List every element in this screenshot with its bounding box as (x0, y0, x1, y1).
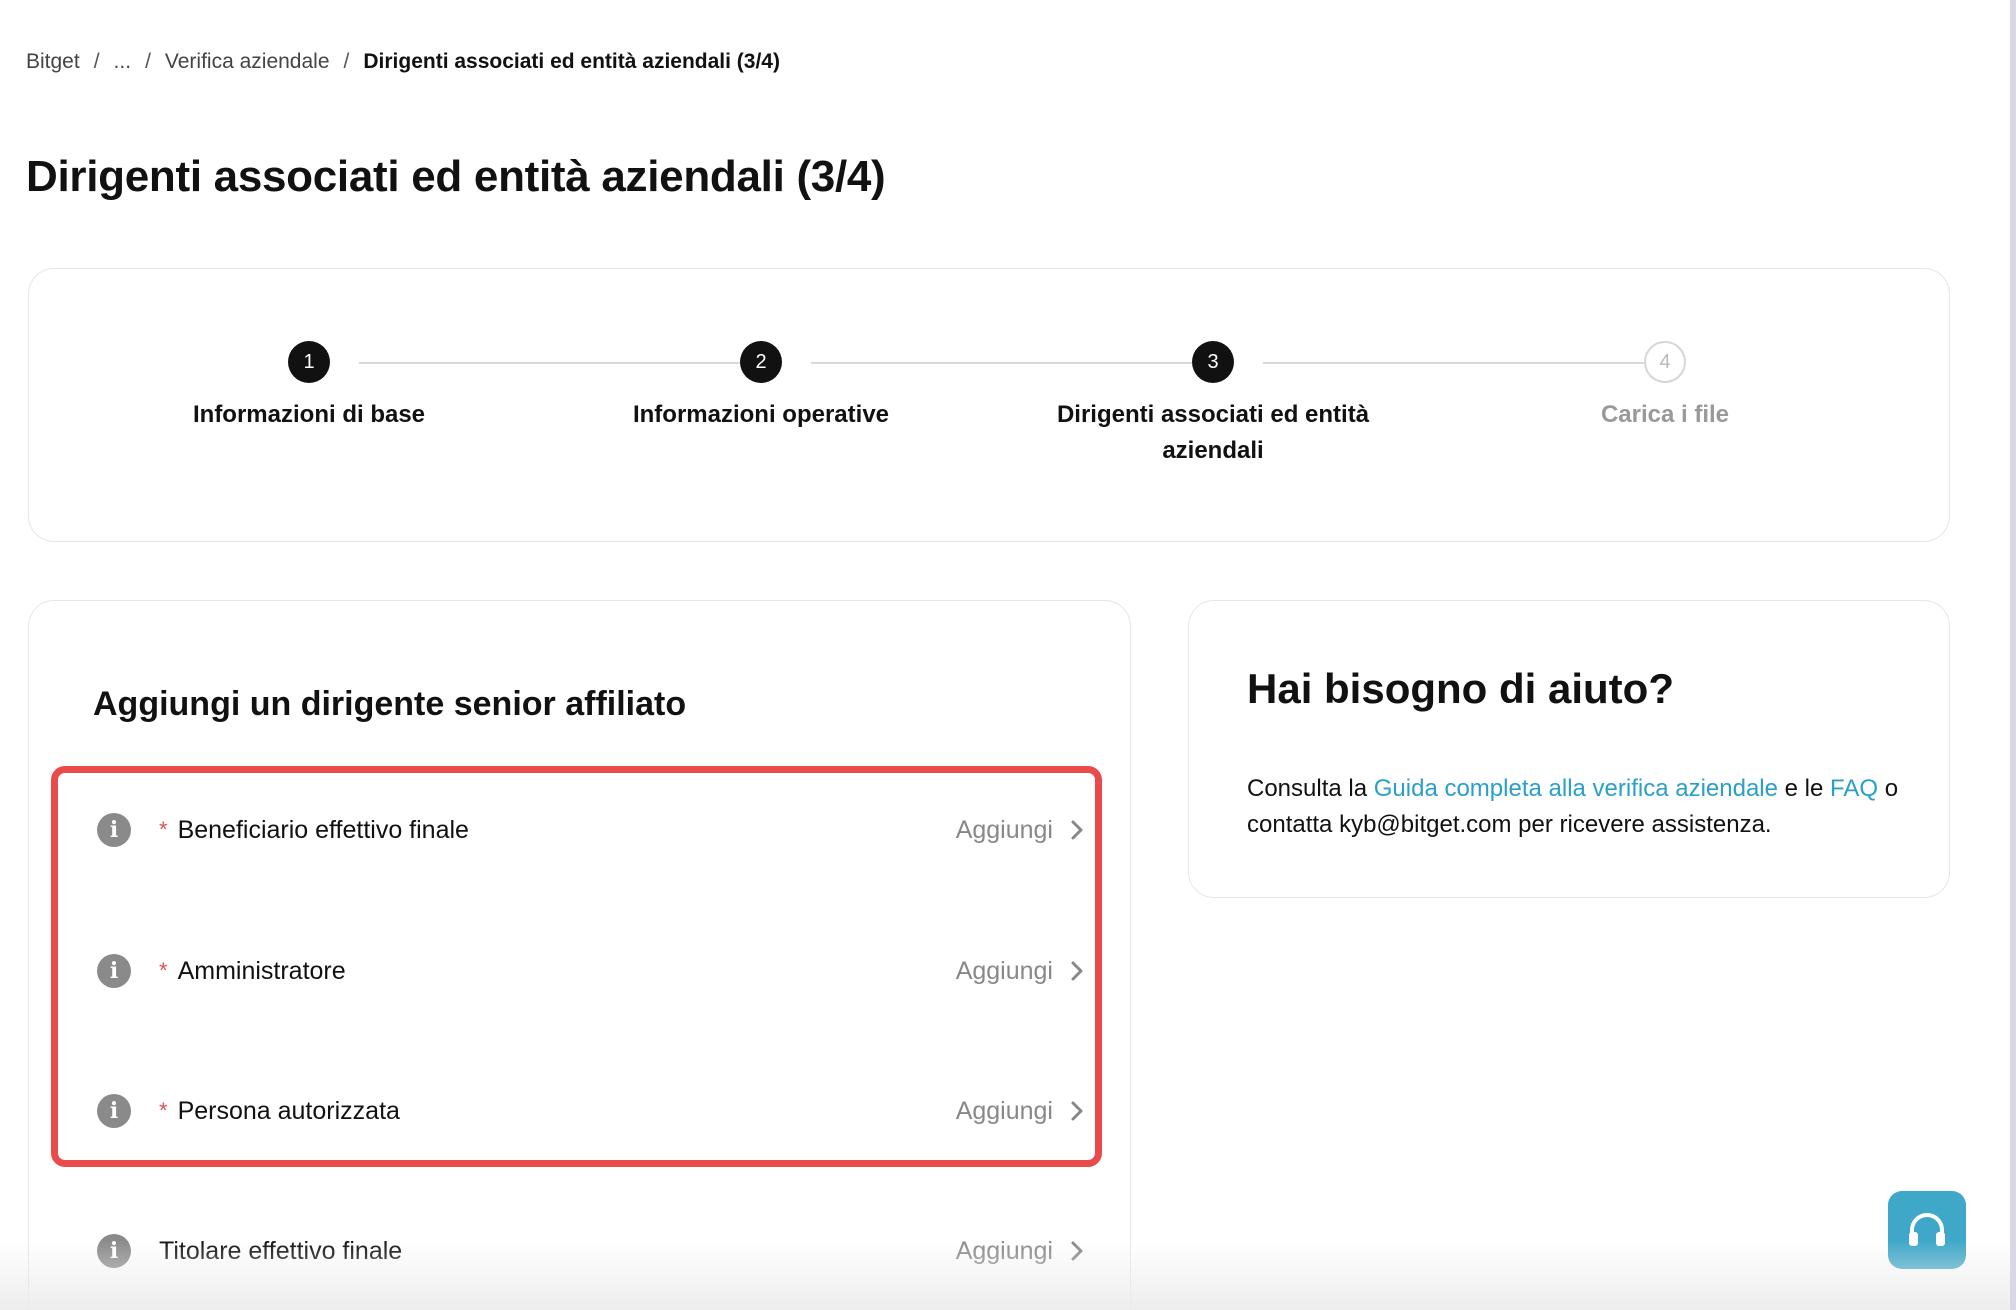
step-4-number: 4 (1644, 341, 1686, 383)
executive-row-ultimate-beneficiary[interactable]: i * Beneficiario effettivo finale Aggiun… (97, 805, 1087, 855)
required-star: * (159, 1098, 168, 1123)
stepper-card: 1 Informazioni di base 2 Informazioni op… (28, 268, 1950, 542)
info-icon[interactable]: i (97, 954, 131, 988)
chevron-right-icon[interactable] (1067, 1240, 1087, 1262)
add-button[interactable]: Aggiungi (956, 957, 1053, 986)
executive-row-label: Titolare effettivo finale (159, 1236, 403, 1265)
step-2-number: 2 (740, 341, 782, 383)
breadcrumb-current: Dirigenti associati ed entità aziendali … (363, 50, 780, 73)
executives-card: Aggiungi un dirigente senior affiliato i… (28, 600, 1131, 1310)
executive-row-label: Beneficiario effettivo finale (177, 815, 469, 844)
help-card: Hai bisogno di aiuto? Consulta la Guida … (1188, 600, 1950, 898)
faq-link[interactable]: FAQ (1830, 775, 1878, 802)
breadcrumb-item-bitget[interactable]: Bitget (26, 50, 80, 74)
breadcrumb-item-ellipsis[interactable]: ... (114, 50, 132, 74)
step-4: 4 Carica i file (1485, 341, 1845, 433)
executive-row-administrator[interactable]: i * Amministratore Aggiungi (97, 946, 1087, 996)
breadcrumb: Bitget / ... / Verifica aziendale / Diri… (26, 50, 780, 74)
page-title: Dirigenti associati ed entità aziendali … (26, 152, 886, 201)
step-1-label: Informazioni di base (192, 401, 426, 428)
headset-icon (1909, 1213, 1945, 1246)
add-button[interactable]: Aggiungi (956, 1097, 1053, 1126)
executive-row-authorized-person[interactable]: i * Persona autorizzata Aggiungi (97, 1086, 1087, 1136)
chevron-right-icon[interactable] (1067, 819, 1087, 841)
add-button[interactable]: Aggiungi (956, 1237, 1053, 1266)
support-chat-button[interactable] (1888, 1191, 1966, 1269)
help-text: Consulta la Guida completa alla verifica… (1247, 771, 1927, 843)
breadcrumb-separator: / (145, 50, 151, 73)
window-scrollbar[interactable] (2010, 0, 2016, 1310)
executive-row-ultimate-owner[interactable]: i Titolare effettivo finale Aggiungi (97, 1226, 1087, 1276)
business-verification-guide-link[interactable]: Guida completa alla verifica aziendale (1374, 775, 1778, 802)
executives-title: Aggiungi un dirigente senior affiliato (93, 685, 687, 723)
required-star: * (159, 958, 168, 983)
step-2: 2 Informazioni operative (581, 341, 941, 433)
required-star: * (159, 817, 168, 842)
info-icon[interactable]: i (97, 1094, 131, 1128)
chevron-right-icon[interactable] (1067, 1100, 1087, 1122)
executive-row-label: Persona autorizzata (177, 1096, 400, 1125)
step-3-number: 3 (1192, 341, 1234, 383)
info-icon[interactable]: i (97, 813, 131, 847)
breadcrumb-item-business-verification[interactable]: Verifica aziendale (165, 50, 330, 74)
executive-row-label: Amministratore (177, 956, 346, 985)
help-text-part: e le (1777, 775, 1831, 802)
add-button[interactable]: Aggiungi (956, 816, 1053, 845)
chevron-right-icon[interactable] (1067, 960, 1087, 982)
step-3: 3 Dirigenti associati ed entità aziendal… (1033, 341, 1393, 469)
info-icon[interactable]: i (97, 1234, 131, 1268)
breadcrumb-separator: / (93, 50, 100, 73)
help-text-part: Consulta la (1247, 775, 1374, 802)
step-1: 1 Informazioni di base (129, 341, 489, 433)
breadcrumb-separator: / (343, 50, 350, 73)
step-2-label: Informazioni operative (632, 401, 890, 428)
step-1-number: 1 (288, 341, 330, 383)
step-4-label: Carica i file (1600, 401, 1730, 428)
help-title: Hai bisogno di aiuto? (1247, 665, 1674, 712)
step-3-label: Dirigenti associati ed entità aziendali (1056, 401, 1370, 464)
